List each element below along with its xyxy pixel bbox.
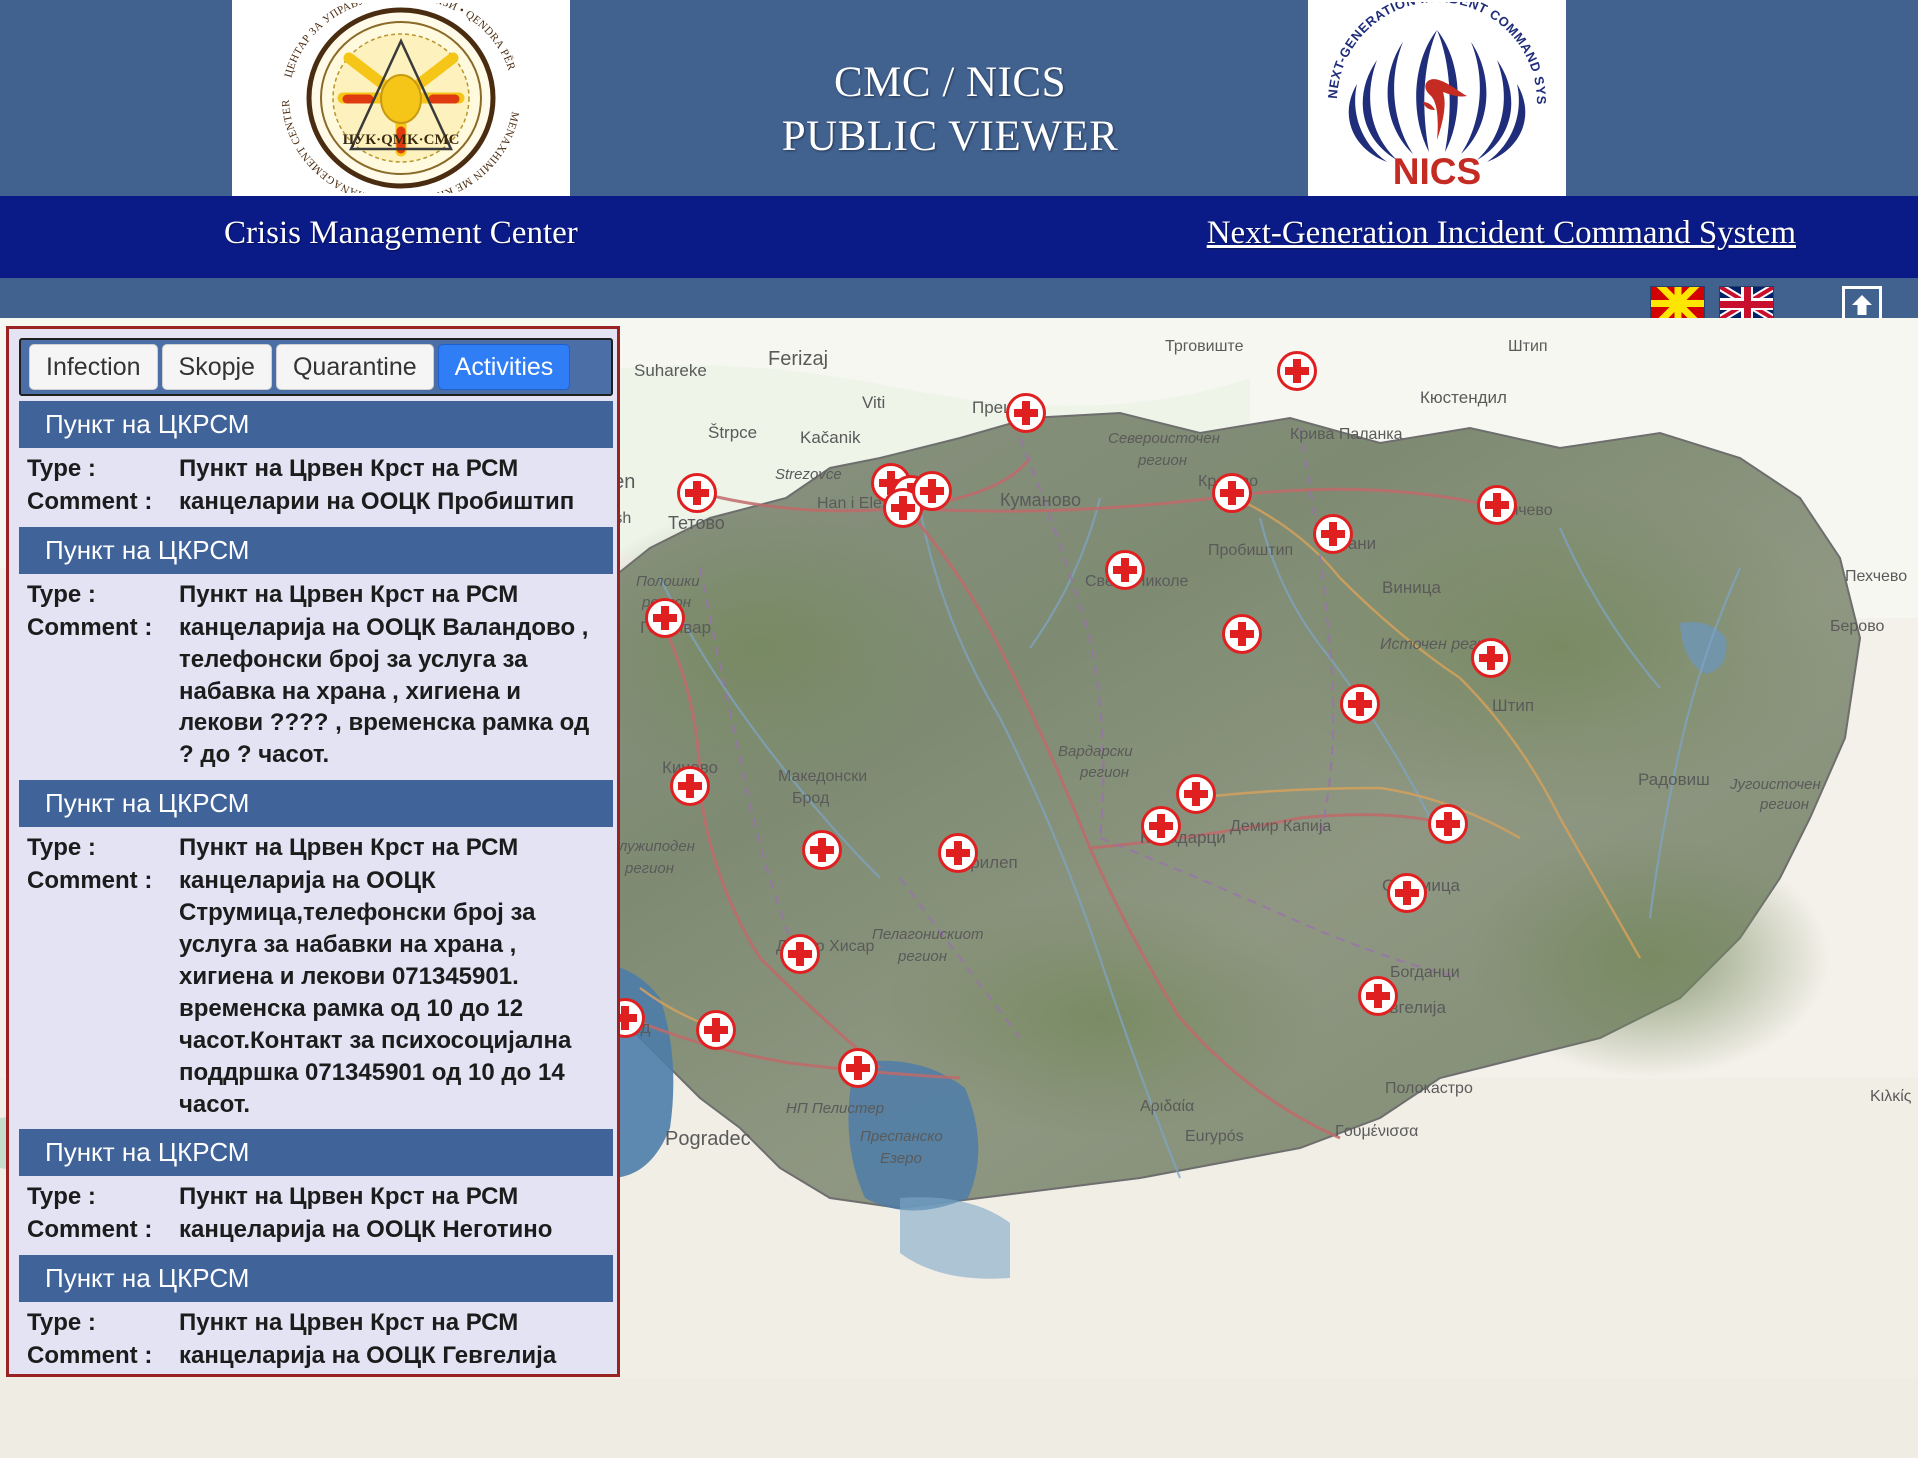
tab-quarantine[interactable]: Quarantine [276,344,434,390]
activities-panel: InfectionSkopjeQuarantineActivities Пунк… [6,326,620,1377]
field-value-type: Пункт на Црвен Крст на РСМ [179,579,605,611]
red-cross-kocani[interactable] [1313,514,1353,554]
list-item-body: Type :Пункт на Црвен Крст на РСМComment … [19,451,613,527]
list-item[interactable]: Пункт на ЦКРСМType :Пункт на Црвен Крст … [19,527,613,780]
red-cross-kicevo[interactable] [1471,638,1511,678]
list-item-body: Type :Пункт на Црвен Крст на РСМComment … [19,1179,613,1255]
panel-tab-bar[interactable]: InfectionSkopjeQuarantineActivities [19,338,613,396]
language-flag-macedonian[interactable] [1650,286,1705,320]
field-row-type: Type :Пункт на Црвен Крст на РСМ [27,579,605,611]
field-value-comment: канцеларија на ООЦК Валандово , телефонс… [179,612,605,772]
field-value-comment: канцеларии на ООЦК Пробиштип [179,486,605,518]
field-label-type: Type : [27,1181,179,1213]
red-cross-berovo[interactable] [1340,684,1380,724]
list-item-title: Пункт на ЦКРСМ [19,780,613,827]
page-header: ЦУК·QMK·CMC ЦЕНТАР ЗА УПРАВУВАЊЕ СО КРИЗ… [0,0,1918,196]
red-cross-probistip[interactable] [1212,473,1252,513]
field-value-type: Пункт на Црвен Крст на РСМ [179,453,605,485]
field-label-comment: Comment : [27,612,179,644]
red-cross-kavadarci[interactable] [1141,806,1181,846]
list-item[interactable]: Пункт на ЦКРСМType :Пункт на Црвен Крст … [19,780,613,1129]
red-cross-prilep[interactable] [938,833,978,873]
red-cross-delcevo[interactable] [1477,485,1517,525]
red-cross-demir-hisar[interactable] [780,934,820,974]
red-cross-tetovo[interactable] [677,473,717,513]
list-item-body: Type :Пункт на Црвен Крст на РСМComment … [19,1305,613,1376]
nav-nics-link[interactable]: Next-Generation Incident Command System [1207,215,1796,252]
red-cross-radovis[interactable] [1176,774,1216,814]
list-item-body: Type :Пункт на Црвен Крст на РСМComment … [19,830,613,1129]
cmc-logo: ЦУК·QMK·CMC ЦЕНТАР ЗА УПРАВУВАЊЕ СО КРИЗ… [232,0,570,196]
field-label-comment: Comment : [27,486,179,518]
red-cross-gostivar[interactable] [645,598,685,638]
field-label-type: Type : [27,1307,179,1339]
list-item-title: Пункт на ЦКРСМ [19,1255,613,1302]
navigation-bar: Crisis Management Center Next-Generation… [0,196,1918,278]
field-value-type: Пункт на Црвен Крст на РСМ [179,1181,605,1213]
red-cross-bogdanci[interactable] [1358,976,1398,1016]
nics-logo: NICS NEXT-GENERATION INCIDENT COMMAND SY… [1308,0,1566,196]
field-row-comment: Comment :канцеларии на ООЦК Пробиштип [27,486,605,518]
field-value-type: Пункт на Црвен Крст на РСМ [179,1307,605,1339]
field-label-type: Type : [27,579,179,611]
list-item[interactable]: Пункт на ЦКРСМType :Пункт на Црвен Крст … [19,401,613,527]
nics-logo-text: NICS [1393,151,1481,192]
field-row-type: Type :Пункт на Црвен Крст на РСМ [27,832,605,864]
field-row-comment: Comment :канцеларија на ООЦК Гевгелија к… [27,1340,605,1376]
red-cross-strumica[interactable] [1428,804,1468,844]
field-row-comment: Comment :канцеларија на ООЦК Валандово ,… [27,612,605,772]
language-flag-english[interactable] [1719,286,1774,320]
page-title: CMC / NICS PUBLIC VIEWER [600,56,1300,164]
field-value-type: Пункт на Црвен Крст на РСМ [179,832,605,864]
field-label-comment: Comment : [27,865,179,897]
red-cross-bitola[interactable] [838,1048,878,1088]
cmc-emblem-icon: ЦУК·QMK·CMC ЦЕНТАР ЗА УПРАВУВАЊЕ СО КРИЗ… [251,3,551,193]
cmc-logo-inner-text: ЦУК·QMK·CMC [343,132,460,148]
page-title-line1: CMC / NICS [600,56,1300,110]
field-row-comment: Comment :канцеларија на ООЦК Струмица,те… [27,865,605,1120]
red-cross-sveti-nikole[interactable] [1105,550,1145,590]
tab-activities[interactable]: Activities [438,344,571,390]
up-arrow-icon [1849,292,1875,318]
field-value-comment: канцеларија на ООЦК Струмица,телефонски … [179,865,605,1120]
red-cross-resen[interactable] [696,1010,736,1050]
red-cross-valandovo[interactable] [1387,873,1427,913]
red-cross-kriva-palanka[interactable] [1277,351,1317,391]
field-label-comment: Comment : [27,1340,179,1372]
field-row-type: Type :Пункт на Црвен Крст на РСМ [27,1181,605,1213]
field-label-comment: Comment : [27,1214,179,1246]
red-cross-kumanovo[interactable] [1006,393,1046,433]
list-item-title: Пункт на ЦКРСМ [19,401,613,448]
field-value-comment: канцеларија на ООЦК Неготино [179,1214,605,1246]
red-cross-stip[interactable] [1222,614,1262,654]
list-item-title: Пункт на ЦКРСМ [19,527,613,574]
page-title-line2: PUBLIC VIEWER [600,110,1300,164]
red-cross-makedonski-brod[interactable] [670,766,710,806]
list-item[interactable]: Пункт на ЦКРСМType :Пункт на Црвен Крст … [19,1129,613,1255]
nics-emblem-icon: NICS NEXT-GENERATION INCIDENT COMMAND SY… [1317,2,1557,194]
field-row-type: Type :Пункт на Црвен Крст на РСМ [27,1307,605,1339]
field-label-type: Type : [27,832,179,864]
tab-skopje[interactable]: Skopje [162,344,272,390]
field-row-type: Type :Пункт на Црвен Крст на РСМ [27,453,605,485]
red-cross-krusevo[interactable] [802,830,842,870]
activities-list[interactable]: Пункт на ЦКРСМType :Пункт на Црвен Крст … [19,401,613,1376]
list-item[interactable]: Пункт на ЦКРСМType :Пункт на Црвен Крст … [19,1255,613,1376]
field-label-type: Type : [27,453,179,485]
red-cross-skopje-4[interactable] [912,471,952,511]
list-item-body: Type :Пункт на Црвен Крст на РСМComment … [19,577,613,780]
list-item-title: Пункт на ЦКРСМ [19,1129,613,1176]
field-row-comment: Comment :канцеларија на ООЦК Неготино [27,1214,605,1246]
field-value-comment: канцеларија на ООЦК Гевгелија контакт за… [179,1340,605,1376]
nav-cmc-label: Crisis Management Center [224,215,578,252]
tab-infection[interactable]: Infection [29,344,158,390]
